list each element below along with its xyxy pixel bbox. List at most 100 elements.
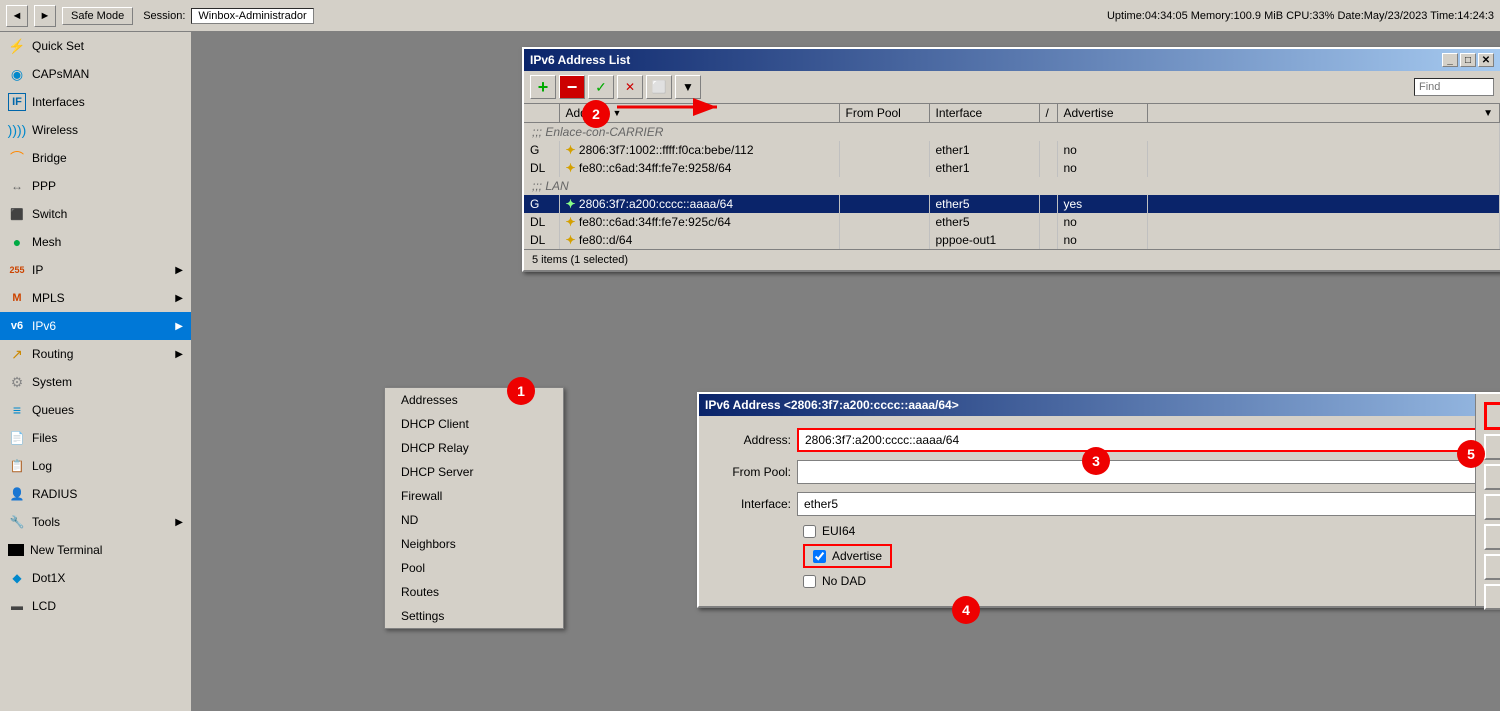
row-advertise: yes (1057, 195, 1147, 213)
col-from-pool[interactable]: From Pool (839, 104, 929, 123)
session-label: Session: (143, 10, 185, 22)
filter-button[interactable]: ▼ (675, 75, 701, 99)
sidebar-item-new-terminal[interactable]: New Terminal (0, 536, 191, 564)
sidebar-item-dot1x[interactable]: ◆ Dot1X (0, 564, 191, 592)
row-address: ✦ fe80::c6ad:34ff:fe7e:925c/64 (559, 213, 839, 231)
radius-icon: 👤 (8, 485, 26, 503)
sidebar-item-log[interactable]: 📋 Log (0, 452, 191, 480)
copy-button[interactable]: Copy (1484, 554, 1500, 580)
apply-button[interactable]: Apply (1484, 464, 1500, 490)
col-advertise[interactable]: Advertise (1057, 104, 1147, 123)
advertise-checkbox[interactable] (813, 550, 826, 563)
menu-item-firewall[interactable]: Firewall (385, 484, 563, 508)
comment-button[interactable]: Comment (1484, 524, 1500, 550)
sidebar-item-system[interactable]: ⚙ System (0, 368, 191, 396)
menu-item-nd[interactable]: ND (385, 508, 563, 532)
cancel-button[interactable]: Cancel (1484, 434, 1500, 460)
menu-item-settings[interactable]: Settings (385, 604, 563, 628)
remove-button[interactable]: Remove (1484, 584, 1500, 610)
sidebar-item-quick-set[interactable]: ⚡ Quick Set (0, 32, 191, 60)
sidebar-item-mesh[interactable]: ● Mesh (0, 228, 191, 256)
wireless-icon: )))) (8, 121, 26, 139)
sidebar-label: Mesh (32, 235, 61, 249)
enable-button[interactable]: ✓ (588, 75, 614, 99)
sort-arrow-icon: ▼ (613, 108, 622, 118)
eui64-checkbox[interactable] (803, 525, 816, 538)
sidebar-item-ipv6[interactable]: v6 IPv6 ▶ (0, 312, 191, 340)
eui64-row: EUI64 (803, 524, 1500, 538)
sidebar-item-capsman[interactable]: ◉ CAPsMAN (0, 60, 191, 88)
tools-arrow-icon: ▶ (175, 517, 183, 528)
interface-select[interactable] (797, 492, 1500, 516)
ok-button[interactable]: OK (1484, 402, 1500, 430)
menu-item-routes[interactable]: Routes (385, 580, 563, 604)
no-dad-checkbox[interactable] (803, 575, 816, 588)
sidebar-item-interfaces[interactable]: IF Interfaces (0, 88, 191, 116)
table-row[interactable]: G ✦ 2806:3f7:a200:cccc::aaaa/64 ether5 y… (524, 195, 1500, 213)
dot1x-icon: ◆ (8, 569, 26, 587)
from-pool-select[interactable] (797, 460, 1500, 484)
menu-item-dhcp-server[interactable]: DHCP Server (385, 460, 563, 484)
safe-mode-button[interactable]: Safe Mode (62, 7, 133, 25)
sidebar-item-lcd[interactable]: ▬ LCD (0, 592, 191, 620)
address-input[interactable] (797, 428, 1500, 452)
advertise-row: Advertise (803, 544, 1500, 568)
sidebar-label: Wireless (32, 123, 78, 137)
disable-button[interactable]: Disable (1484, 494, 1500, 520)
minimize-button[interactable]: _ (1442, 53, 1458, 67)
sidebar-item-switch[interactable]: ⬛ Switch (0, 200, 191, 228)
row-from-pool (839, 141, 929, 159)
menu-item-dhcp-relay[interactable]: DHCP Relay (385, 436, 563, 460)
capsman-icon: ◉ (8, 65, 26, 83)
sidebar-item-ppp[interactable]: ↔ PPP (0, 172, 191, 200)
sidebar-item-tools[interactable]: 🔧 Tools ▶ (0, 508, 191, 536)
menu-item-neighbors[interactable]: Neighbors (385, 532, 563, 556)
col-flag (524, 104, 559, 123)
disable-button[interactable]: ✕ (617, 75, 643, 99)
menu-item-pool[interactable]: Pool (385, 556, 563, 580)
back-button[interactable]: ◄ (6, 5, 28, 27)
group-label: ;;; LAN (524, 177, 1500, 195)
table-row[interactable]: DL ✦ fe80::c6ad:34ff:fe7e:925c/64 ether5… (524, 213, 1500, 231)
sidebar-item-files[interactable]: 📄 Files (0, 424, 191, 452)
from-pool-select-wrapper: ▼ (797, 460, 1500, 484)
copy-button[interactable]: ⬜ (646, 75, 672, 99)
remove-button[interactable]: − (559, 75, 585, 99)
files-icon: 📄 (8, 429, 26, 447)
ipv6-detail-window: IPv6 Address <2806:3f7:a200:cccc::aaaa/6… (697, 392, 1500, 608)
forward-button[interactable]: ► (34, 5, 56, 27)
bridge-icon: ⌒ (8, 149, 26, 167)
sidebar-item-radius[interactable]: 👤 RADIUS (0, 480, 191, 508)
main-layout: ⚡ Quick Set ◉ CAPsMAN IF Interfaces ))))… (0, 32, 1500, 711)
table-row[interactable]: G ✦ 2806:3f7:1002::ffff:f0ca:bebe/112 et… (524, 141, 1500, 159)
sidebar-item-queues[interactable]: ≡ Queues (0, 396, 191, 424)
mesh-icon: ● (8, 233, 26, 251)
row-address: ✦ fe80::d/64 (559, 231, 839, 249)
table-group-row: ;;; Enlace-con-CARRIER (524, 123, 1500, 142)
add-button[interactable]: + (530, 75, 556, 99)
sidebar-label: Dot1X (32, 571, 65, 585)
sidebar-item-ip[interactable]: 255 IP ▶ (0, 256, 191, 284)
sidebar-item-mpls[interactable]: M MPLS ▶ (0, 284, 191, 312)
sidebar-item-routing[interactable]: ↗ Routing ▶ (0, 340, 191, 368)
col-interface[interactable]: Interface (929, 104, 1039, 123)
interface-select-wrapper: ▼ (797, 492, 1500, 516)
row-from-pool (839, 159, 929, 177)
sidebar-label: Queues (32, 403, 74, 417)
col-address[interactable]: Address ▼ (559, 104, 839, 123)
menu-item-addresses[interactable]: Addresses (385, 388, 563, 412)
menu-item-dhcp-client[interactable]: DHCP Client (385, 412, 563, 436)
sidebar-label: Routing (32, 347, 73, 361)
row-advertise: no (1057, 231, 1147, 249)
sidebar-item-wireless[interactable]: )))) Wireless (0, 116, 191, 144)
close-button[interactable]: ✕ (1478, 53, 1494, 67)
maximize-button[interactable]: □ (1460, 53, 1476, 67)
ipv6-dropdown-menu: Addresses DHCP Client DHCP Relay DHCP Se… (384, 387, 564, 629)
table-row[interactable]: DL ✦ fe80::d/64 pppoe-out1 no (524, 231, 1500, 249)
sidebar-item-bridge[interactable]: ⌒ Bridge (0, 144, 191, 172)
find-input[interactable] (1414, 78, 1494, 96)
table-row[interactable]: DL ✦ fe80::c6ad:34ff:fe7e:9258/64 ether1… (524, 159, 1500, 177)
row-sep (1039, 195, 1057, 213)
row-address: ✦ 2806:3f7:a200:cccc::aaaa/64 (559, 195, 839, 213)
address-label: Address: (711, 433, 791, 447)
